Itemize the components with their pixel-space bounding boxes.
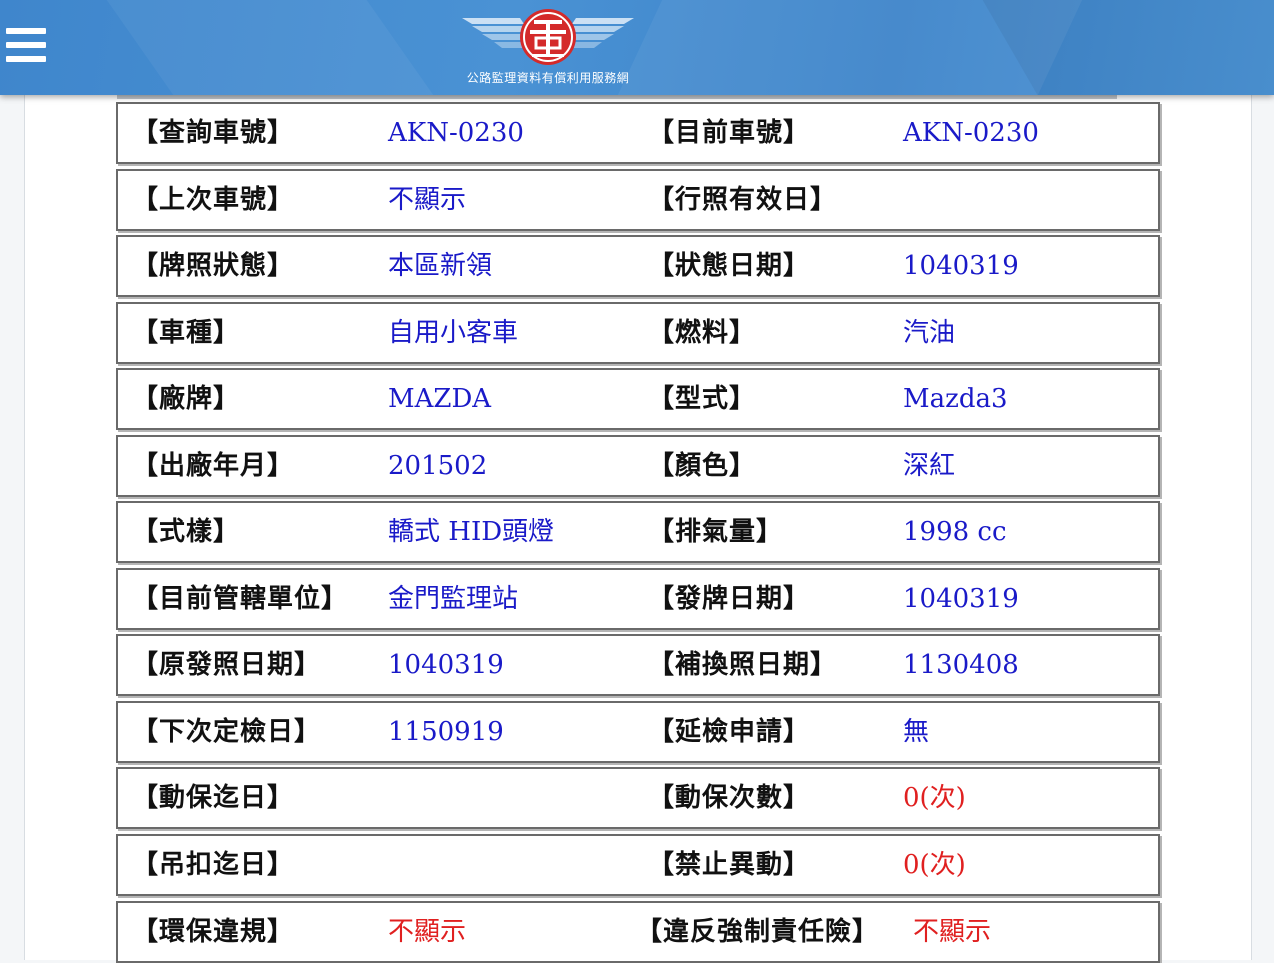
site-name: 公路監理資料有償利用服務網 — [466, 71, 630, 85]
field-label: 【目前管轄單位】 — [132, 584, 349, 614]
field-value: 不顯示 — [913, 917, 992, 947]
field-value: 深紅 — [903, 451, 956, 481]
info-row: 【目前管轄單位】 金門監理站 【發牌日期】 1040319 — [116, 568, 1160, 630]
field-value: 無 — [903, 717, 930, 747]
field-value: 201502 — [388, 451, 488, 481]
field-label: 【延檢申請】 — [648, 717, 811, 747]
field-label: 【狀態日期】 — [648, 251, 811, 281]
field-label: 【車種】 — [132, 318, 241, 348]
info-row: 【上次車號】 不顯示 【行照有效日】 — [116, 169, 1160, 231]
info-row: 【牌照狀態】 本區新領 【狀態日期】 1040319 — [116, 235, 1160, 297]
field-value: 1040319 — [903, 251, 1019, 281]
info-row: 【廠牌】 MAZDA 【型式】 Mazda3 — [116, 368, 1160, 430]
field-value: Mazda3 — [903, 384, 1008, 414]
field-label: 【查詢車號】 — [132, 118, 295, 148]
info-row: 【車種】 自用小客車 【燃料】 汽油 — [116, 302, 1160, 364]
field-value: 轎式 HID頭燈 — [388, 517, 555, 547]
field-label: 【動保迄日】 — [132, 783, 295, 813]
field-value: AKN-0230 — [388, 118, 524, 148]
field-label: 【發牌日期】 — [648, 584, 811, 614]
field-value: 1040319 — [903, 584, 1019, 614]
info-row: 【原發照日期】 1040319 【補換照日期】 1130408 — [116, 634, 1160, 696]
hamburger-menu-icon[interactable] — [6, 26, 46, 64]
site-header: 公路監理資料有償利用服務網 — [0, 0, 1274, 95]
field-label: 【型式】 — [648, 384, 757, 414]
field-value: 1130408 — [903, 650, 1019, 680]
field-label: 【目前車號】 — [648, 118, 811, 148]
field-label: 【下次定檢日】 — [132, 717, 322, 747]
field-label: 【動保次數】 — [648, 783, 811, 813]
field-label: 【違反強制責任險】 — [636, 917, 880, 947]
info-row: 【動保迄日】 【動保次數】 0(次) — [116, 767, 1160, 829]
field-value: AKN-0230 — [903, 118, 1039, 148]
field-label: 【環保違規】 — [132, 917, 295, 947]
info-row: 【下次定檢日】 1150919 【延檢申請】 無 — [116, 701, 1160, 763]
field-label: 【禁止異動】 — [648, 850, 811, 880]
field-label: 【吊扣迄日】 — [132, 850, 295, 880]
field-value: 不顯示 — [388, 917, 467, 947]
field-label: 【排氣量】 — [648, 517, 784, 547]
field-value: 汽油 — [903, 318, 956, 348]
field-label: 【顏色】 — [648, 451, 757, 481]
field-label: 【上次車號】 — [132, 185, 295, 215]
field-value: 不顯示 — [388, 185, 467, 215]
info-row: 【查詢車號】 AKN-0230 【目前車號】 AKN-0230 — [116, 102, 1160, 164]
field-label: 【燃料】 — [648, 318, 757, 348]
vehicle-info-panel: 【查詢車號】 AKN-0230 【目前車號】 AKN-0230 【上次車號】 不… — [24, 95, 1252, 963]
field-label: 【廠牌】 — [132, 384, 241, 414]
field-value: 自用小客車 — [388, 318, 519, 348]
info-row: 【出廠年月】 201502 【顏色】 深紅 — [116, 435, 1160, 497]
field-value: 0(次) — [903, 850, 966, 880]
info-row: 【式樣】 轎式 HID頭燈 【排氣量】 1998 cc — [116, 501, 1160, 563]
winged-emblem-logo-icon[interactable] — [458, 6, 638, 68]
field-value: 1150919 — [388, 717, 504, 747]
field-label: 【牌照狀態】 — [132, 251, 295, 281]
info-row: 【吊扣迄日】 【禁止異動】 0(次) — [116, 834, 1160, 896]
field-value: 本區新領 — [388, 251, 493, 281]
info-row: 【環保違規】 不顯示 【違反強制責任險】 不顯示 — [116, 901, 1160, 963]
field-label: 【原發照日期】 — [132, 650, 322, 680]
field-value: MAZDA — [388, 384, 492, 414]
field-value: 1040319 — [388, 650, 504, 680]
field-label: 【式樣】 — [132, 517, 241, 547]
field-value: 1998 cc — [903, 517, 1007, 547]
field-value: 金門監理站 — [388, 584, 519, 614]
field-value: 0(次) — [903, 783, 966, 813]
field-label: 【補換照日期】 — [648, 650, 838, 680]
divider — [117, 95, 1117, 99]
field-label: 【行照有效日】 — [648, 185, 838, 215]
field-label: 【出廠年月】 — [132, 451, 295, 481]
